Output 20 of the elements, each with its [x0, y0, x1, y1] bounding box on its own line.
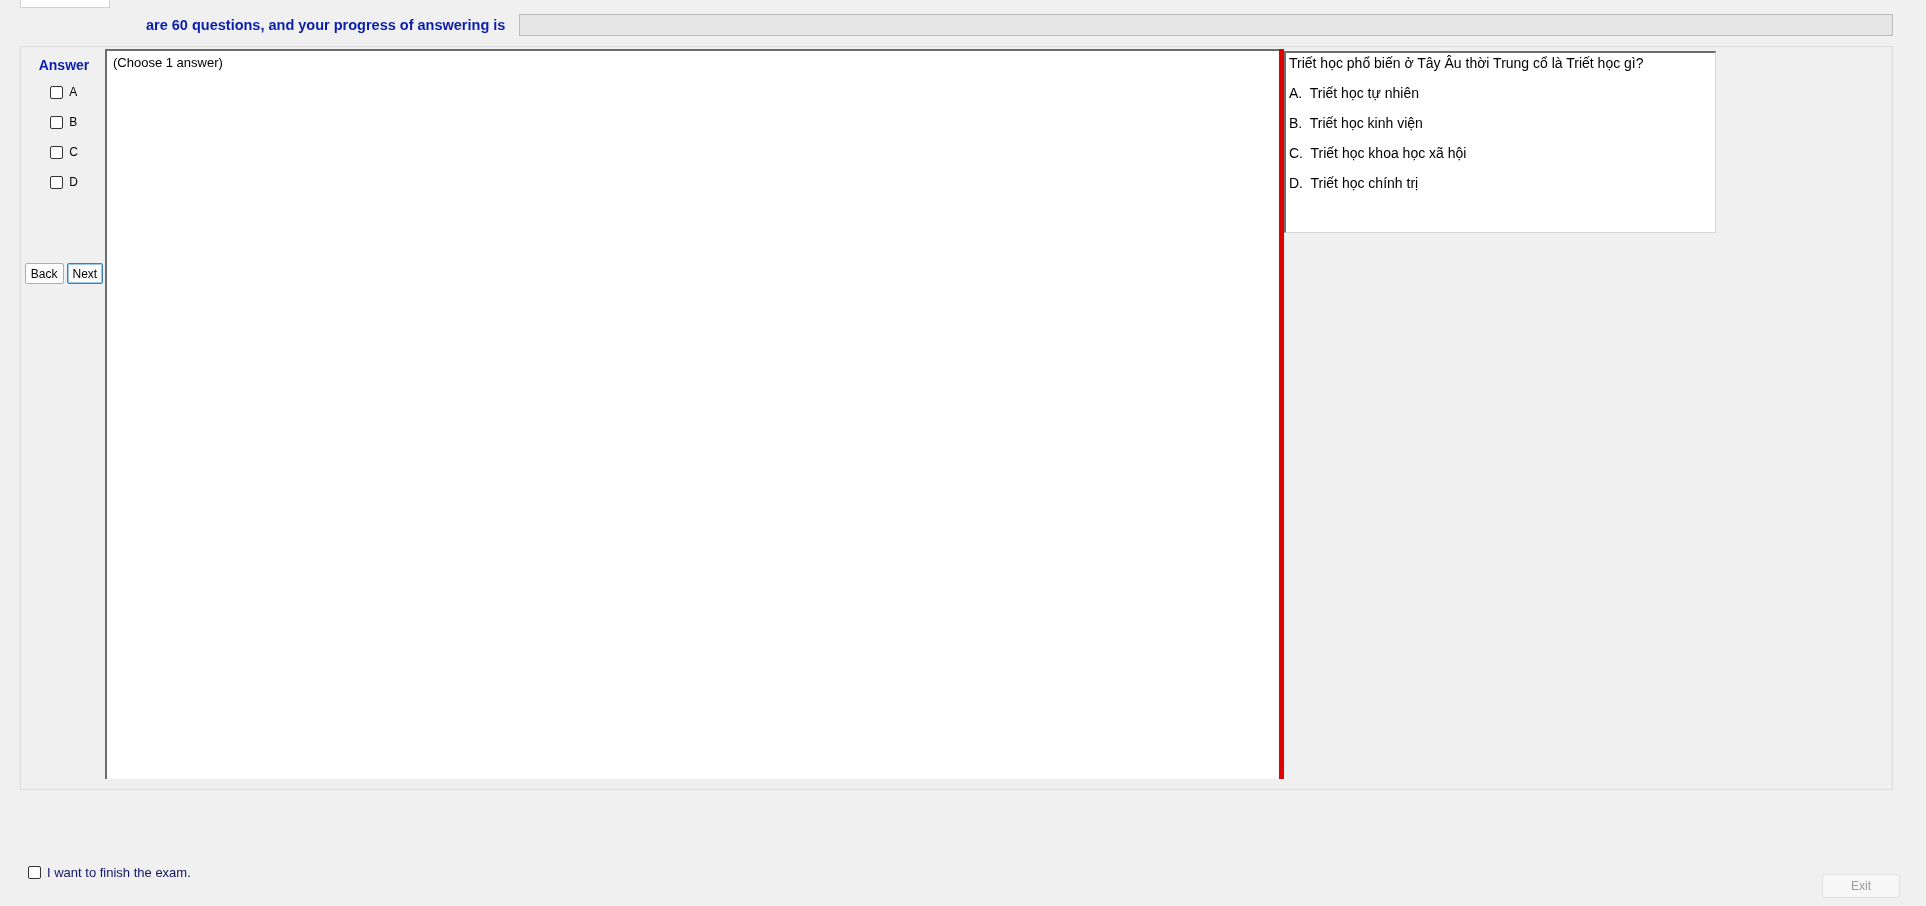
- finish-checkbox[interactable]: [28, 866, 41, 879]
- nav-button[interactable]: Next: [66, 263, 104, 284]
- progress-label: are 60 questions, and your progress of answering is: [146, 17, 506, 33]
- option-label: A: [69, 85, 78, 99]
- nav-button[interactable]: Back: [24, 263, 64, 284]
- answer-checkbox[interactable]: [50, 115, 64, 129]
- instruction-text: (Choose 1 answer): [113, 55, 223, 70]
- answer-heading: Answer: [38, 57, 90, 73]
- answer-checkbox[interactable]: [50, 145, 64, 159]
- choice-text: A. Triết học tự nhiên: [1289, 85, 1420, 101]
- answer-checkbox[interactable]: [50, 85, 64, 99]
- finish-label: I want to finish the exam.: [47, 865, 191, 880]
- answer-checkbox[interactable]: [50, 175, 64, 189]
- option-label: D: [69, 175, 78, 189]
- option-label: C: [69, 145, 78, 159]
- option-label: B: [69, 115, 78, 129]
- choice-text: D. Triết học chính trị: [1289, 175, 1420, 191]
- question-text: Triết học phổ biến ở Tây Âu thời Trung cổ là Triết học gì?: [1289, 55, 1645, 71]
- choice-text: B. Triết học kinh viện: [1289, 115, 1424, 131]
- choice-text: C. Triết học khoa học xã hội: [1289, 145, 1468, 161]
